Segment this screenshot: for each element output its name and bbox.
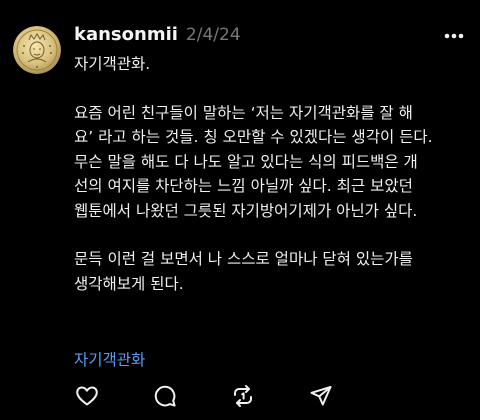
post-body: 자기객관화. 요즘 어린 친구들이 말하는 ‘저는 자기객관화를 잘 해 요’ … <box>74 52 472 296</box>
post-text-line: 문득 이런 걸 보면서 나 스스로 얼마나 닫혀 있는가를 <box>74 250 413 268</box>
post-date: 2/4/24 <box>185 25 241 45</box>
repost-icon <box>234 385 252 407</box>
heart-icon <box>76 386 98 406</box>
post-text-line: 요즘 어린 친구들이 말하는 ‘저는 자기객관화를 잘 해 <box>74 103 413 122</box>
post-text-line: 선의 여지를 차단하는 느낌 아닐까 싶다. 최근 보았던 <box>74 177 413 195</box>
post-text-line: 생각해보게 된다. <box>74 274 184 293</box>
post-title-line: 자기객관화. <box>74 55 151 73</box>
more-horizontal-icon <box>444 33 464 39</box>
repost-button[interactable] <box>230 383 256 409</box>
more-options-button[interactable] <box>440 29 468 43</box>
comment-bubble-icon <box>154 385 176 407</box>
post-text-line: 무슨 말을 해도 다 나도 알고 있다는 식의 피드백은 개 <box>74 152 418 171</box>
like-button[interactable] <box>74 383 100 409</box>
avatar-coin-image <box>13 26 61 74</box>
post-text-line: 웹툰에서 나왔던 그릇된 자기방어기제가 아닌가 싶다. <box>74 201 418 220</box>
post-text-line: 요’ 라고 하는 것들. 칭 오만할 수 있겠다는 생각이 든다. <box>74 128 433 146</box>
avatar[interactable] <box>13 26 61 74</box>
post-header: kansonmii 2/4/24 <box>74 24 241 50</box>
username[interactable]: kansonmii <box>74 24 178 45</box>
send-icon <box>310 386 332 406</box>
share-button[interactable] <box>308 383 334 409</box>
reply-button[interactable] <box>152 383 178 409</box>
topic-tag-link[interactable]: 자기객관화 <box>74 348 145 370</box>
thread-post: kansonmii 2/4/24 자기객관화. 요즘 어린 친구들이 말하는 ‘… <box>0 0 480 420</box>
